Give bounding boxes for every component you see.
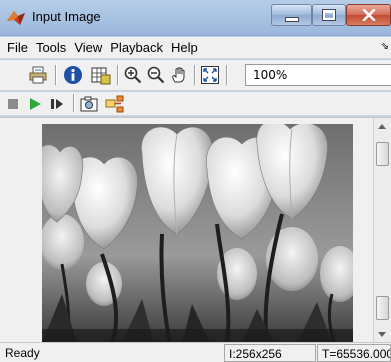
maximize-button[interactable] <box>312 4 346 26</box>
step-forward-icon <box>51 99 63 109</box>
step-forward-button[interactable] <box>46 93 68 115</box>
zoom-out-icon <box>147 66 165 84</box>
menu-overflow-icon[interactable]: ⇘ <box>381 41 389 52</box>
snapshot-icon <box>80 96 98 112</box>
menu-file[interactable]: File <box>3 40 32 55</box>
pixel-region-icon <box>91 67 111 85</box>
fit-to-window-icon <box>201 66 219 84</box>
pan-button[interactable] <box>168 64 190 86</box>
snapshot-button[interactable] <box>78 93 100 115</box>
zoom-in-icon <box>124 66 142 84</box>
pixel-region-button[interactable] <box>90 64 112 86</box>
menu-help[interactable]: Help <box>167 40 202 55</box>
scroll-thumb-lower[interactable] <box>376 296 389 320</box>
menu-bar: File Tools View Playback Help ⇘ <box>0 37 391 59</box>
info-icon <box>64 66 82 84</box>
main-toolbar: 100% <box>0 60 391 91</box>
toolbar-separator <box>226 65 227 85</box>
scroll-down-icon[interactable] <box>378 332 386 337</box>
print-icon <box>29 66 47 84</box>
close-icon <box>362 9 375 21</box>
magnification-input[interactable]: 100% <box>245 64 391 86</box>
fit-to-window-button[interactable] <box>199 64 221 86</box>
title-bar[interactable]: Input Image <box>0 0 391 36</box>
play-button[interactable] <box>24 93 46 115</box>
minimize-icon <box>285 17 298 21</box>
stop-button[interactable] <box>2 93 24 115</box>
image-info-button[interactable] <box>62 64 84 86</box>
image-viewer-panel <box>0 117 391 343</box>
close-button[interactable] <box>346 4 391 26</box>
input-image-canvas[interactable] <box>42 124 353 343</box>
menu-tools[interactable]: Tools <box>32 40 70 55</box>
status-bar: Ready I:256x256 T=65536.000 <box>0 342 391 362</box>
stop-icon <box>8 99 18 109</box>
image-viewer-window: Input Image File Tools View Playback Hel… <box>0 0 391 362</box>
zoom-out-button[interactable] <box>145 64 167 86</box>
minimize-button[interactable] <box>271 4 312 26</box>
playback-toolbar <box>0 92 391 116</box>
toolbar-separator <box>194 65 195 85</box>
highlight-source-button[interactable] <box>103 93 125 115</box>
sim-time-readout: T=65536.000 <box>317 344 391 362</box>
zoom-in-button[interactable] <box>122 64 144 86</box>
toolbar-separator <box>117 65 118 85</box>
window-title: Input Image <box>32 9 101 24</box>
toolbar-separator <box>73 94 74 112</box>
matlab-app-icon <box>7 11 25 25</box>
toolbar-separator <box>55 65 56 85</box>
menu-view[interactable]: View <box>70 40 106 55</box>
tulips-image <box>42 124 353 343</box>
status-text: Ready <box>5 346 40 360</box>
scroll-up-icon[interactable] <box>378 124 386 129</box>
play-icon <box>30 98 41 110</box>
maximize-icon <box>323 10 335 20</box>
menu-playback[interactable]: Playback <box>106 40 167 55</box>
pan-hand-icon <box>172 67 185 83</box>
vertical-scrollbar[interactable] <box>373 118 391 343</box>
highlight-source-icon <box>105 95 124 113</box>
print-button[interactable] <box>27 64 49 86</box>
image-size-readout: I:256x256 <box>224 344 316 362</box>
scroll-thumb[interactable] <box>376 142 389 166</box>
